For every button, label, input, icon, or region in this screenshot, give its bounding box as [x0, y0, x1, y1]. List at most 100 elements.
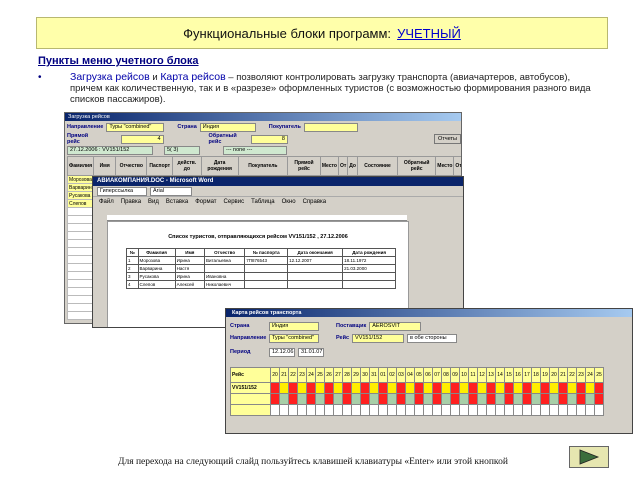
schedule-cell[interactable] — [495, 404, 505, 416]
schedule-cell[interactable] — [567, 393, 577, 405]
schedule-cell[interactable] — [432, 404, 442, 416]
schedule-cell[interactable] — [342, 393, 352, 405]
schedule-cell[interactable] — [360, 393, 370, 405]
schedule-cell[interactable] — [513, 393, 523, 405]
schedule-cell[interactable] — [567, 404, 577, 416]
accounting-link[interactable]: УЧЕТНЫЙ — [397, 26, 461, 41]
font-select[interactable]: Arial — [150, 186, 192, 196]
schedule-cell[interactable] — [315, 382, 325, 394]
schedule-cell[interactable] — [423, 404, 433, 416]
schedule-cell[interactable] — [531, 393, 541, 405]
schedule-cell[interactable] — [522, 382, 532, 394]
schedule-cell[interactable] — [324, 382, 334, 394]
schedule-cell[interactable] — [486, 393, 496, 405]
schedule-cell[interactable] — [405, 404, 415, 416]
schedule-cell[interactable] — [369, 393, 379, 405]
schedule-cell[interactable] — [297, 382, 307, 394]
schedule-cell[interactable] — [495, 382, 505, 394]
schedule-cell[interactable] — [279, 404, 289, 416]
period-from-field[interactable]: 12.12.06 — [269, 347, 295, 357]
menu-item[interactable]: Правка — [121, 199, 141, 205]
schedule-cell[interactable] — [477, 404, 487, 416]
schedule-cell[interactable] — [540, 404, 550, 416]
schedule-cell[interactable] — [558, 393, 568, 405]
schedule-cell[interactable] — [549, 393, 559, 405]
schedule-cell[interactable] — [405, 393, 415, 405]
schedule-cell[interactable] — [279, 393, 289, 405]
schedule-cell[interactable] — [585, 382, 595, 394]
schedule-cell[interactable] — [504, 404, 514, 416]
schedule-cell[interactable] — [369, 382, 379, 394]
schedule-cell[interactable] — [450, 393, 460, 405]
schedule-cell[interactable] — [306, 382, 316, 394]
reports-button[interactable]: Отчеты — [433, 134, 461, 144]
schedule-cell[interactable] — [441, 382, 451, 394]
map-country-field[interactable]: Индия — [269, 321, 319, 331]
schedule-cell[interactable] — [351, 393, 361, 405]
schedule-cell[interactable] — [351, 404, 361, 416]
schedule-cell[interactable] — [486, 382, 496, 394]
schedule-cell[interactable] — [576, 404, 586, 416]
schedule-cell[interactable] — [540, 393, 550, 405]
schedule-cell[interactable] — [468, 404, 478, 416]
schedule-cell[interactable] — [441, 393, 451, 405]
schedule-cell[interactable] — [558, 404, 568, 416]
schedule-cell[interactable] — [504, 382, 514, 394]
schedule-cell[interactable] — [396, 404, 406, 416]
schedule-cell[interactable] — [432, 382, 442, 394]
schedule-cell[interactable] — [270, 404, 280, 416]
schedule-cell[interactable] — [504, 393, 514, 405]
flight-date-field[interactable]: 27.12.2006 : VV151/152 — [67, 145, 153, 155]
schedule-cell[interactable] — [306, 404, 316, 416]
schedule-cell[interactable] — [486, 404, 496, 416]
menu-item[interactable]: Формат — [195, 199, 216, 205]
schedule-cell[interactable] — [414, 404, 424, 416]
schedule-cell[interactable] — [342, 404, 352, 416]
schedule-cell[interactable] — [378, 382, 388, 394]
schedule-cell[interactable] — [522, 393, 532, 405]
schedule-cell[interactable] — [495, 393, 505, 405]
schedule-cell[interactable] — [441, 404, 451, 416]
schedule-cell[interactable] — [369, 404, 379, 416]
schedule-cell[interactable] — [558, 382, 568, 394]
buyer-field[interactable] — [303, 122, 358, 132]
schedule-cell[interactable] — [549, 404, 559, 416]
schedule-cell[interactable] — [585, 404, 595, 416]
schedule-cell[interactable] — [378, 393, 388, 405]
menu-item[interactable]: Вид — [148, 199, 159, 205]
schedule-cell[interactable] — [360, 404, 370, 416]
schedule-cell[interactable] — [297, 393, 307, 405]
schedule-cell[interactable] — [468, 382, 478, 394]
schedule-cell[interactable] — [450, 382, 460, 394]
schedule-cell[interactable] — [567, 382, 577, 394]
schedule-cell[interactable] — [576, 393, 586, 405]
schedule-cell[interactable] — [342, 382, 352, 394]
schedule-cell[interactable] — [306, 393, 316, 405]
menu-item[interactable]: Вставка — [166, 199, 188, 205]
schedule-cell[interactable] — [288, 393, 298, 405]
schedule-cell[interactable] — [396, 382, 406, 394]
menu-item[interactable]: Окно — [282, 199, 296, 205]
none-select[interactable]: --- none --- — [223, 145, 287, 155]
schedule-cell[interactable] — [351, 382, 361, 394]
schedule-cell[interactable] — [450, 404, 460, 416]
schedule-cell[interactable] — [594, 404, 604, 416]
style-select[interactable]: Гиперссылка — [97, 186, 147, 196]
schedule-cell[interactable] — [432, 393, 442, 405]
direction-field[interactable]: Туры "combined" — [106, 122, 165, 132]
map-direction-field[interactable]: Туры "combined" — [269, 333, 319, 343]
schedule-cell[interactable] — [396, 393, 406, 405]
schedule-cell[interactable] — [531, 404, 541, 416]
schedule-cell[interactable] — [405, 382, 415, 394]
schedule-cell[interactable] — [540, 382, 550, 394]
sides-field[interactable]: в обе стороны — [407, 333, 458, 343]
schedule-cell[interactable] — [549, 382, 559, 394]
schedule-cell[interactable] — [360, 382, 370, 394]
schedule-cell[interactable] — [333, 404, 343, 416]
schedule-cell[interactable] — [378, 404, 388, 416]
return-flight-field[interactable]: 8 — [250, 134, 288, 144]
schedule-cell[interactable] — [270, 393, 280, 405]
schedule-cell[interactable] — [585, 393, 595, 405]
schedule-cell[interactable] — [324, 393, 334, 405]
period-to-field[interactable]: 31.01.07 — [298, 347, 324, 357]
